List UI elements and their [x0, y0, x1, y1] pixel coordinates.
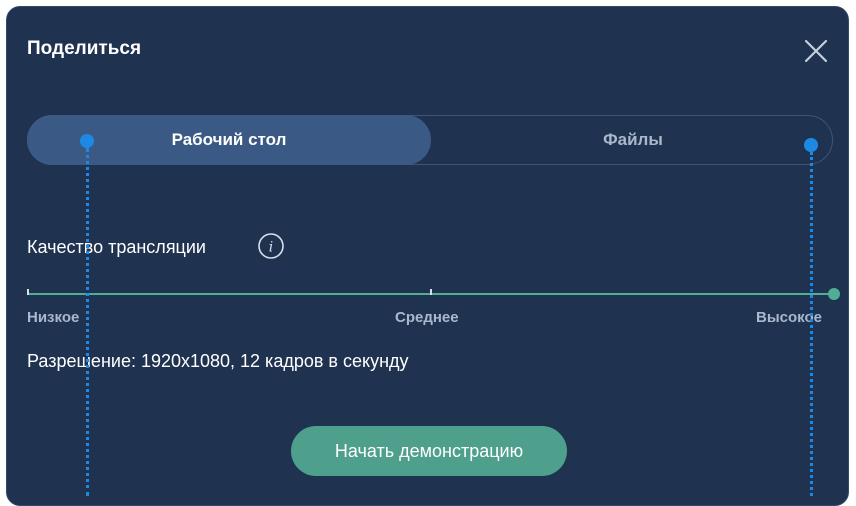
- marker-dot-left: [80, 134, 94, 148]
- quality-label: Качество трансляции: [27, 237, 206, 257]
- dialog-title: Поделиться: [27, 38, 142, 59]
- svg-text:i: i: [269, 240, 273, 256]
- slider-thumb[interactable]: [828, 288, 840, 300]
- share-dialog: Поделиться Рабочий стол Файлы Качество т…: [6, 6, 849, 506]
- info-button[interactable]: i: [257, 232, 285, 260]
- close-icon: [804, 39, 828, 63]
- close-button[interactable]: [803, 38, 829, 64]
- marker-line-left: [86, 148, 89, 496]
- marker-line-right: [810, 152, 813, 496]
- info-icon: i: [258, 233, 284, 259]
- slider-tick-medium: [430, 289, 432, 295]
- slider-tick-low: [27, 289, 29, 295]
- quality-medium-label: Среднее: [395, 309, 459, 326]
- share-mode-tabs: Рабочий стол Файлы: [27, 115, 833, 165]
- marker-dot-right: [804, 138, 818, 152]
- start-demo-button[interactable]: Начать демонстрацию: [291, 426, 567, 476]
- quality-slider[interactable]: [27, 285, 840, 305]
- tab-files[interactable]: Файлы: [431, 115, 835, 165]
- quality-low-label: Низкое: [27, 309, 80, 326]
- resolution-text: Разрешение: 1920x1080, 12 кадров в секун…: [27, 351, 409, 371]
